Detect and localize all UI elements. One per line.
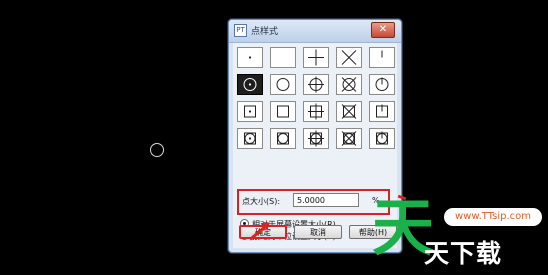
- point-style-square-circle-plus[interactable]: [303, 128, 329, 149]
- point-style-circle-tick[interactable]: [369, 74, 395, 95]
- none-icon: [271, 48, 295, 67]
- point-size-label: 点大小(S):: [242, 197, 281, 206]
- point-size-input[interactable]: 5.0000: [293, 193, 359, 207]
- point-size-row: 点大小(S): 5.0000 %: [237, 189, 390, 215]
- square-tick-icon: [376, 104, 388, 118]
- square-circle-plus-icon: [308, 130, 324, 147]
- point-style-circle-dot[interactable]: [237, 74, 263, 95]
- point-style-app-icon: PT: [234, 24, 247, 37]
- point-style-dot[interactable]: [237, 47, 263, 68]
- circle-plus-icon: [308, 76, 324, 93]
- x-cross-icon: [341, 50, 357, 65]
- point-style-circle-plus[interactable]: [303, 74, 329, 95]
- title-bar[interactable]: PT 点样式 ✕: [229, 20, 401, 43]
- watermark-text: 天下载: [424, 239, 503, 268]
- dot-icon: [248, 56, 252, 59]
- square-circle-tick-icon: [376, 131, 388, 145]
- point-style-square-circle-x[interactable]: [336, 128, 362, 149]
- circle-tick-icon: [375, 77, 389, 91]
- canvas-point-marker: [150, 143, 164, 157]
- plus-icon: [308, 49, 324, 66]
- square-circle-x-icon: [341, 131, 357, 146]
- point-style-square-tick[interactable]: [369, 101, 395, 122]
- point-style-grid: [237, 47, 395, 149]
- square-dot-icon: [244, 105, 256, 118]
- point-style-square-plus[interactable]: [303, 101, 329, 122]
- point-style-circle[interactable]: [270, 74, 296, 95]
- cancel-button[interactable]: 取消: [294, 225, 342, 239]
- point-style-square-dot[interactable]: [237, 101, 263, 122]
- point-style-x-cross[interactable]: [336, 47, 362, 68]
- point-style-none[interactable]: [270, 47, 296, 68]
- point-style-plus[interactable]: [303, 47, 329, 68]
- square-circle-icon: [277, 132, 289, 145]
- watermark-url: www.TTsip.com: [444, 208, 542, 226]
- circle-icon: [276, 78, 290, 91]
- square-circle-dot-icon: [244, 132, 256, 145]
- point-style-circle-x[interactable]: [336, 74, 362, 95]
- square-plus-icon: [308, 103, 324, 120]
- point-style-tick[interactable]: [369, 47, 395, 68]
- point-style-square-circle-tick[interactable]: [369, 128, 395, 149]
- close-button[interactable]: ✕: [371, 22, 395, 38]
- square-icon: [277, 105, 289, 118]
- point-style-square-circle-dot[interactable]: [237, 128, 263, 149]
- square-x-icon: [341, 104, 357, 119]
- circle-x-icon: [341, 77, 357, 92]
- point-style-square-circle[interactable]: [270, 128, 296, 149]
- dialog-title: 点样式: [251, 27, 279, 37]
- point-style-square-x[interactable]: [336, 101, 362, 122]
- tick-icon: [381, 50, 383, 58]
- point-style-square[interactable]: [270, 101, 296, 122]
- circle-dot-icon: [243, 78, 257, 91]
